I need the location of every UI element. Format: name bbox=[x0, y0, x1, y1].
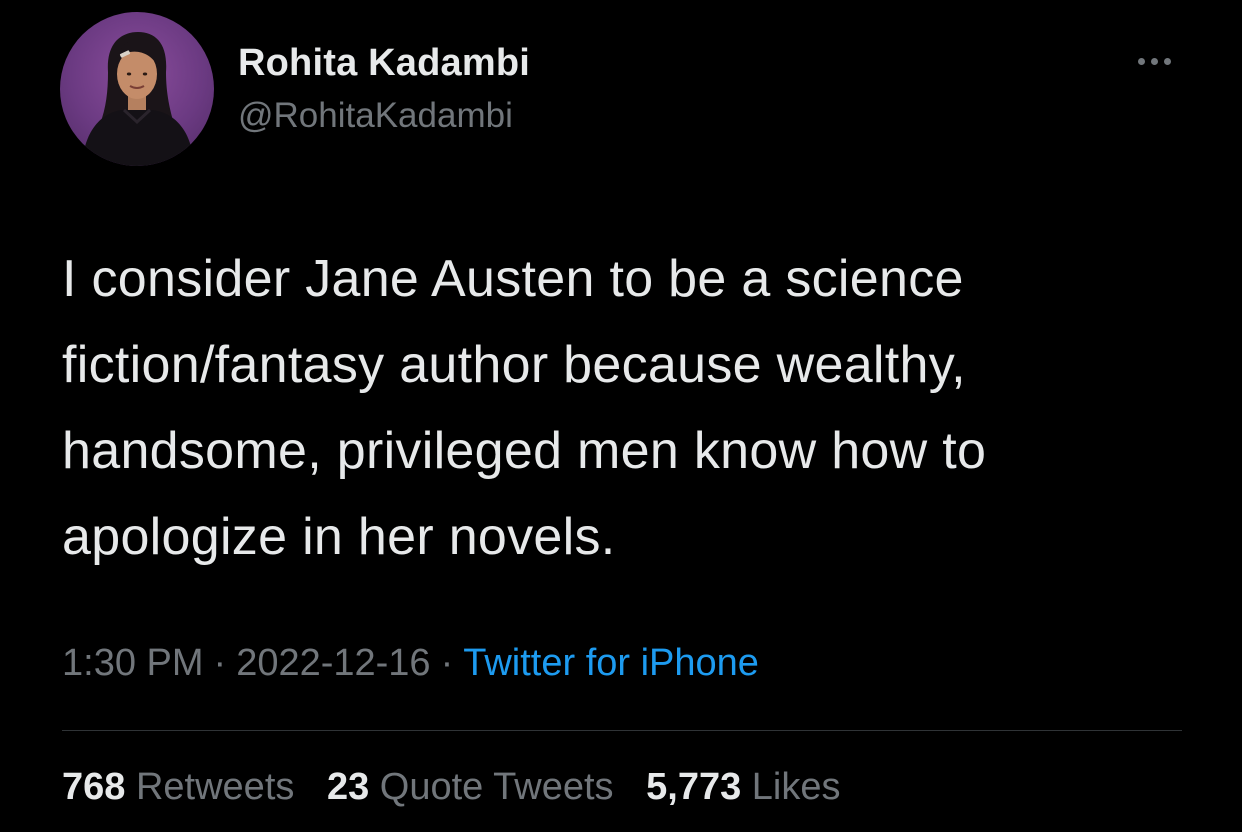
divider bbox=[62, 730, 1182, 731]
likes-label: Likes bbox=[751, 766, 841, 808]
avatar-portrait-icon bbox=[82, 32, 194, 166]
avatar[interactable] bbox=[60, 12, 214, 166]
meta-separator: · bbox=[213, 642, 227, 684]
quote-tweets-label: Quote Tweets bbox=[379, 766, 614, 808]
more-dot bbox=[1137, 57, 1145, 65]
tweet-date[interactable]: 2022-12-16 bbox=[236, 642, 430, 684]
quote-tweets-count: 23 bbox=[326, 766, 370, 808]
tweet-text-line: fiction/fantasy author because wealthy, bbox=[62, 336, 966, 394]
tweet-text: I consider Jane Austen to be a science f… bbox=[62, 236, 1192, 580]
more-dot bbox=[1163, 57, 1171, 65]
more-options-icon[interactable] bbox=[1128, 46, 1180, 76]
tweet-card: Rohita Kadambi @RohitaKadambi I consider… bbox=[0, 0, 1242, 832]
retweets-label: Retweets bbox=[135, 766, 295, 808]
tweet-meta: 1:30 PM · 2022-12-16 · Twitter for iPhone bbox=[62, 642, 759, 685]
quote-tweets-stat[interactable]: 23 Quote Tweets bbox=[327, 766, 614, 809]
more-dot bbox=[1150, 57, 1158, 65]
tweet-stats: 768 Retweets 23 Quote Tweets 5,773 Likes bbox=[62, 766, 863, 809]
tweet-text-line: apologize in her novels. bbox=[62, 508, 616, 566]
tweet-source-link[interactable]: Twitter for iPhone bbox=[463, 642, 759, 684]
tweet-text-line: handsome, privileged men know how to bbox=[62, 422, 987, 480]
meta-separator: · bbox=[440, 642, 454, 684]
author-name[interactable]: Rohita Kadambi bbox=[238, 42, 530, 85]
tweet-time[interactable]: 1:30 PM bbox=[62, 642, 204, 684]
retweets-stat[interactable]: 768 Retweets bbox=[62, 766, 294, 809]
retweets-count: 768 bbox=[62, 766, 126, 808]
tweet-text-line: I consider Jane Austen to be a science bbox=[62, 250, 964, 308]
author-handle[interactable]: @RohitaKadambi bbox=[238, 96, 513, 136]
likes-count: 5,773 bbox=[646, 766, 742, 808]
likes-stat[interactable]: 5,773 Likes bbox=[646, 766, 840, 809]
